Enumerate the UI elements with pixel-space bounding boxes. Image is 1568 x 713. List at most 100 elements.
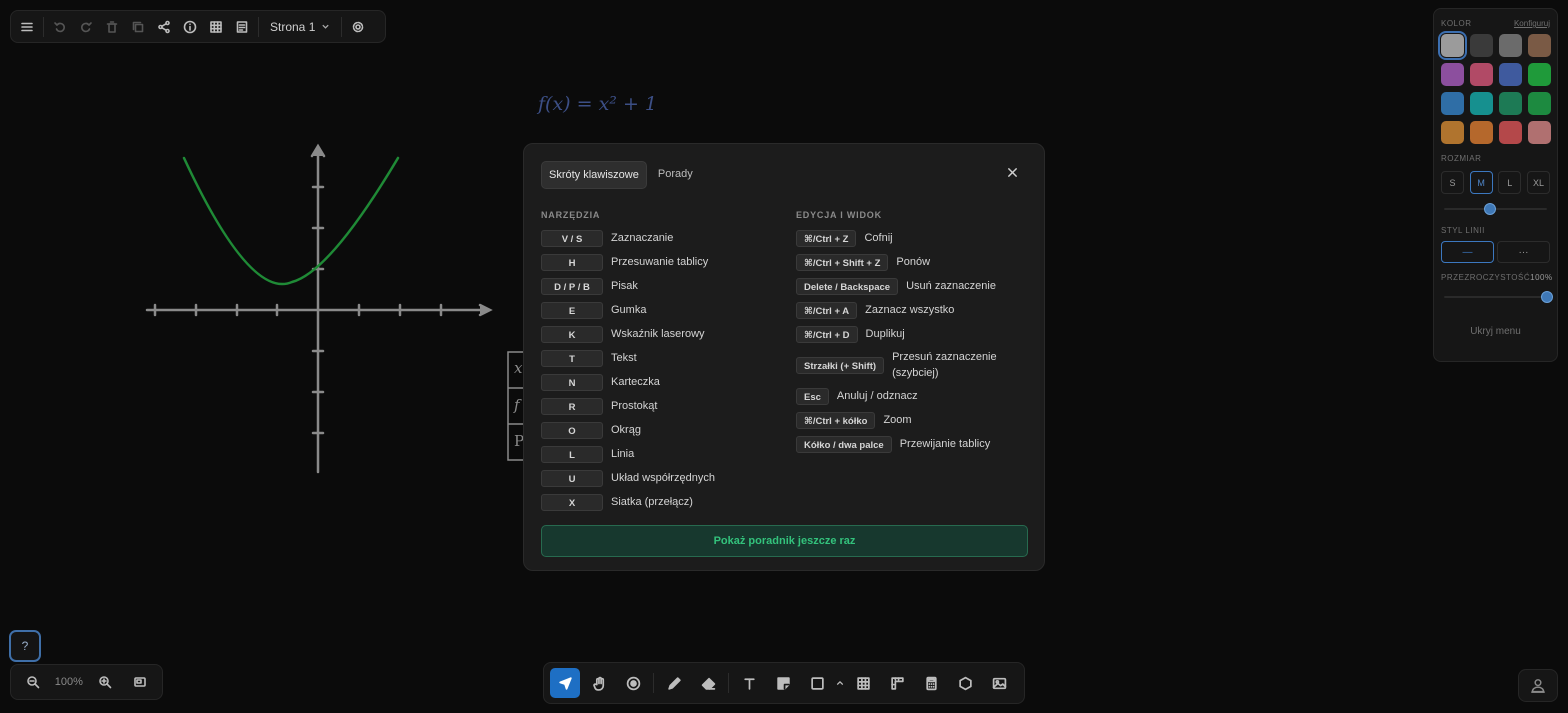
- shortcut-label: Przesuń zaznaczenie (szybciej): [892, 351, 997, 379]
- shortcut-row: Delete / Backspace Usuń zaznaczenie: [796, 277, 1026, 295]
- color-swatch[interactable]: [1470, 121, 1493, 144]
- color-swatch[interactable]: [1528, 63, 1551, 86]
- laser-tool-button[interactable]: [618, 668, 648, 698]
- select-tool-button[interactable]: [550, 668, 580, 698]
- shape-tool-button[interactable]: [802, 668, 832, 698]
- duplicate-button[interactable]: [125, 14, 151, 40]
- ruler-tool-button[interactable]: [882, 668, 912, 698]
- configure-link[interactable]: Konfiguruj: [1514, 19, 1550, 28]
- zoom-level[interactable]: 100%: [55, 676, 83, 688]
- shortcut-key: V / S: [541, 229, 603, 247]
- style-panel: KOLOR Konfiguruj ROZMIAR S M L XL STYL LINI…: [1433, 8, 1558, 362]
- line-style-solid[interactable]: —: [1441, 241, 1494, 263]
- color-swatch[interactable]: [1438, 31, 1467, 60]
- eraser-tool-button[interactable]: [693, 668, 723, 698]
- size-option-m[interactable]: M: [1469, 171, 1493, 194]
- close-button[interactable]: [1002, 162, 1022, 182]
- redo-button[interactable]: [73, 14, 99, 40]
- zoom-in-button[interactable]: [92, 669, 118, 695]
- user-group-icon: [1531, 678, 1545, 693]
- hand-icon: [592, 676, 604, 691]
- grid-button[interactable]: [203, 14, 229, 40]
- menu-button[interactable]: [14, 14, 40, 40]
- tools-shortcut-list: V / S Zaznaczanie H Przesuwanie tablicy D / …: [541, 229, 781, 511]
- pen-tool-button[interactable]: [659, 668, 689, 698]
- color-swatch[interactable]: [1499, 121, 1522, 144]
- shortcut-row: ⌘/Ctrl + A Zaznacz wszystko: [796, 301, 1026, 319]
- zoom-out-button[interactable]: [20, 669, 46, 695]
- user-button[interactable]: [1518, 669, 1558, 702]
- color-swatch[interactable]: [1499, 34, 1522, 57]
- notes-button[interactable]: [229, 14, 255, 40]
- table-icon: [856, 676, 870, 690]
- shortcut-row: N Karteczka: [541, 373, 781, 391]
- show-tutorial-button[interactable]: Pokaż poradnik jeszcze raz: [541, 525, 1028, 557]
- line-style-dotted[interactable]: ···: [1497, 241, 1550, 263]
- pan-tool-button[interactable]: [584, 668, 614, 698]
- shortcut-key: N: [541, 373, 603, 391]
- page-select[interactable]: Strona 1: [262, 14, 338, 40]
- undo-button[interactable]: [47, 14, 73, 40]
- formula-text[interactable]: f(x) = x² + 1: [538, 93, 657, 115]
- fit-view-button[interactable]: [127, 669, 153, 695]
- color-swatch[interactable]: [1470, 63, 1493, 86]
- opacity-slider-track: [1444, 296, 1547, 298]
- size-option-xl[interactable]: XL: [1526, 171, 1550, 194]
- color-swatch[interactable]: [1470, 92, 1493, 115]
- color-swatch[interactable]: [1441, 63, 1464, 86]
- table-cell-f: f: [513, 396, 522, 414]
- shortcut-row: U Układ współrzędnych: [541, 469, 781, 487]
- shortcut-row: Strzałki (+ Shift) Przesuń zaznaczenie (s…: [796, 349, 1026, 381]
- shortcut-label: Przewijanie tablicy: [899, 438, 991, 450]
- settings-button[interactable]: [345, 14, 371, 40]
- color-swatch[interactable]: [1499, 63, 1522, 86]
- color-swatch[interactable]: [1470, 34, 1493, 57]
- shortcut-row: ⌘/Ctrl + D Duplikuj: [796, 325, 1026, 343]
- shortcut-row: K Wskaźnik laserowy: [541, 325, 781, 343]
- shortcut-key: Kółko / dwa palce: [796, 435, 892, 453]
- shortcut-key: ⌘/Ctrl + kółko: [796, 411, 876, 429]
- sticky-note-tool-button[interactable]: [768, 668, 798, 698]
- image-tool-button[interactable]: [984, 668, 1014, 698]
- help-button[interactable]: ?: [9, 630, 41, 662]
- shortcut-row: Kółko / dwa palce Przewijanie tablicy: [796, 435, 1026, 453]
- color-swatch[interactable]: [1499, 92, 1522, 115]
- redo-icon: [81, 21, 92, 32]
- shortcut-key: Strzałki (+ Shift): [796, 356, 885, 374]
- size-slider-thumb[interactable]: [1484, 203, 1497, 215]
- shortcut-label: Gumka: [611, 304, 647, 316]
- shortcut-key: H: [541, 253, 603, 271]
- trash-icon: [106, 20, 118, 33]
- share-button[interactable]: [151, 14, 177, 40]
- color-swatch[interactable]: [1441, 92, 1464, 115]
- color-swatch[interactable]: [1528, 121, 1551, 144]
- color-swatch[interactable]: [1441, 121, 1464, 144]
- calculator-tool-button[interactable]: [916, 668, 946, 698]
- opacity-slider[interactable]: [1444, 290, 1553, 304]
- ruler-icon: [890, 676, 904, 690]
- text-tool-button[interactable]: [734, 668, 764, 698]
- size-option-l[interactable]: L: [1498, 171, 1522, 194]
- shape-menu-button[interactable]: [834, 668, 846, 698]
- zoom-out-icon: [26, 676, 39, 689]
- opacity-slider-thumb[interactable]: [1541, 291, 1553, 303]
- polygon-tool-button[interactable]: [950, 668, 980, 698]
- shortcut-row: D / P / B Pisak: [541, 277, 781, 295]
- grid-icon: [210, 20, 222, 33]
- size-slider[interactable]: [1444, 202, 1547, 216]
- shortcut-label: Prostokąt: [611, 400, 658, 412]
- tab-tips[interactable]: Porady: [651, 161, 700, 187]
- color-swatch[interactable]: [1528, 92, 1551, 115]
- info-button[interactable]: [177, 14, 203, 40]
- size-option-s[interactable]: S: [1441, 171, 1464, 194]
- delete-button[interactable]: [99, 14, 125, 40]
- toolbar-divider: [341, 16, 343, 37]
- color-swatch[interactable]: [1528, 34, 1551, 57]
- laser-pointer-icon: [626, 676, 640, 690]
- page-select-label: Strona 1: [270, 19, 316, 34]
- eraser-icon: [701, 677, 715, 690]
- hide-menu-button[interactable]: Ukryj menu: [1441, 326, 1550, 337]
- line-style-label: STYL LINII: [1441, 226, 1485, 235]
- table-tool-button[interactable]: [848, 668, 878, 698]
- tab-shortcuts[interactable]: Skróty klawiszowe: [541, 161, 647, 189]
